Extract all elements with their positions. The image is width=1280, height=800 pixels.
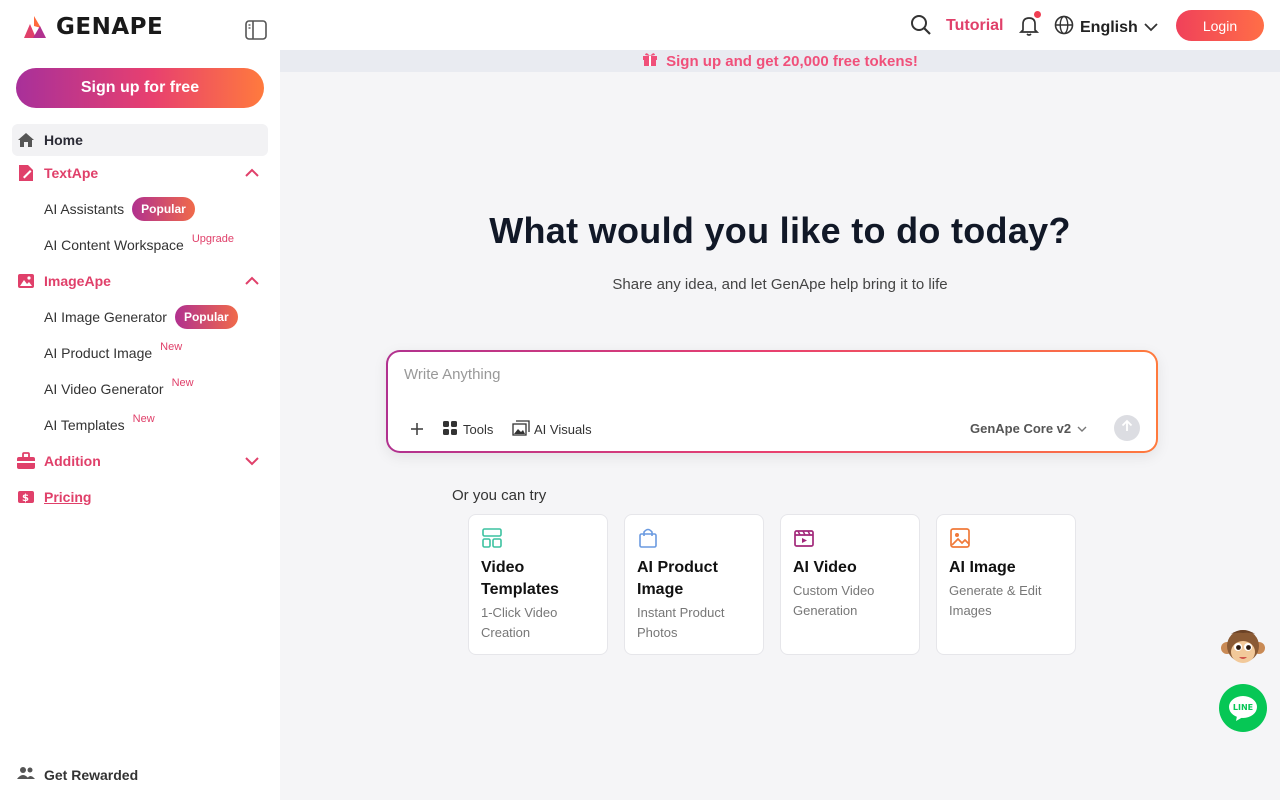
shopping-bag-icon xyxy=(637,527,659,549)
card-description: Custom Video Generation xyxy=(793,583,875,618)
gift-icon xyxy=(642,51,658,71)
chevron-down-icon xyxy=(244,453,260,469)
language-label: English xyxy=(1080,18,1138,36)
suggestions-heading: Or you can try xyxy=(452,487,547,504)
image-icon xyxy=(949,527,971,549)
sidebar-item-label: AI Video Generator xyxy=(44,381,164,397)
sidebar-section-imageape[interactable]: ImageApe xyxy=(12,265,268,297)
ai-visuals-label: AI Visuals xyxy=(534,422,592,437)
card-title: AI Image xyxy=(949,559,1016,576)
sidebar-section-label: ImageApe xyxy=(44,273,111,289)
tutorial-link[interactable]: Tutorial xyxy=(946,17,1003,35)
card-description: 1-Click Video Creation xyxy=(481,605,558,640)
video-clapper-icon xyxy=(793,527,815,549)
home-icon xyxy=(16,130,36,150)
card-title: AI Video xyxy=(793,559,857,576)
prompt-composer: Tools AI Visuals GenApe Core v2 xyxy=(386,350,1158,453)
new-tag: New xyxy=(132,413,155,425)
sidebar-item-label: Pricing xyxy=(44,489,92,505)
model-label: GenApe Core v2 xyxy=(970,421,1072,436)
send-button[interactable] xyxy=(1114,415,1140,441)
pricing-icon: $ xyxy=(16,487,36,507)
sidebar-item-ai-image-generator[interactable]: AI Image Generator Popular xyxy=(44,305,238,329)
chevron-down-icon xyxy=(1144,19,1158,37)
chevron-up-icon xyxy=(244,273,260,289)
ai-visuals-button[interactable]: AI Visuals xyxy=(512,420,592,439)
sidebar-item-ai-assistants[interactable]: AI Assistants Popular xyxy=(44,197,195,221)
language-selector[interactable]: English xyxy=(1054,15,1158,40)
sidebar-collapse-icon[interactable] xyxy=(245,20,267,40)
images-icon xyxy=(512,420,530,439)
topbar: Tutorial English Login xyxy=(280,0,1280,50)
promo-banner[interactable]: Sign up and get 20,000 free tokens! xyxy=(280,50,1280,72)
svg-text:LINE: LINE xyxy=(1233,703,1253,712)
sidebar-item-pricing[interactable]: $ Pricing xyxy=(12,481,268,513)
sidebar-item-label: Home xyxy=(44,132,83,148)
genape-logo-icon xyxy=(24,16,46,38)
card-title: AI Product Image xyxy=(637,559,718,598)
sidebar-item-label: AI Templates xyxy=(44,417,125,433)
prompt-composer-inner: Tools AI Visuals GenApe Core v2 xyxy=(388,352,1156,451)
globe-icon xyxy=(1054,15,1074,40)
new-tag: New xyxy=(160,341,183,353)
new-tag: New xyxy=(171,377,194,389)
upgrade-tag: Upgrade xyxy=(191,233,235,245)
bell-icon[interactable] xyxy=(1018,11,1041,36)
textape-icon xyxy=(16,163,36,183)
notification-dot xyxy=(1034,11,1041,18)
login-button[interactable]: Login xyxy=(1176,10,1264,41)
sidebar-section-label: TextApe xyxy=(44,165,99,181)
add-attachment-icon[interactable] xyxy=(408,420,426,438)
suggestion-card-ai-image[interactable]: AI Image Generate & Edit Images xyxy=(936,514,1076,655)
sidebar: GENAPE Sign up for free Home TextApe AI … xyxy=(0,0,280,800)
layout-icon xyxy=(481,527,503,549)
sidebar-item-ai-product-image[interactable]: AI Product Image New xyxy=(44,341,182,365)
line-chat-icon[interactable]: LINE xyxy=(1219,684,1267,732)
promo-text: Sign up and get 20,000 free tokens! xyxy=(666,52,918,70)
suggestion-card-ai-video[interactable]: AI Video Custom Video Generation xyxy=(780,514,920,655)
arrow-up-icon xyxy=(1120,419,1134,438)
popular-badge: Popular xyxy=(174,305,238,329)
page-title: What would you like to do today? xyxy=(489,210,1071,251)
sidebar-section-textape[interactable]: TextApe xyxy=(12,157,268,189)
tools-button[interactable]: Tools xyxy=(443,421,493,438)
suggestion-card-video-templates[interactable]: Video Templates 1-Click Video Creation xyxy=(468,514,608,655)
sidebar-item-label: AI Product Image xyxy=(44,345,153,361)
grid-icon xyxy=(443,421,457,438)
users-icon xyxy=(16,766,36,783)
model-selector[interactable]: GenApe Core v2 xyxy=(970,421,1087,436)
tools-label: Tools xyxy=(463,422,494,437)
popular-badge: Popular xyxy=(132,197,195,221)
sidebar-section-label: Addition xyxy=(44,453,101,469)
card-description: Generate & Edit Images xyxy=(949,583,1042,618)
chevron-up-icon xyxy=(244,165,260,181)
mascot-assistant-icon[interactable] xyxy=(1219,624,1267,672)
sidebar-item-label: AI Content Workspace xyxy=(44,237,184,253)
sidebar-item-home[interactable]: Home xyxy=(12,124,268,156)
signup-button[interactable]: Sign up for free xyxy=(16,68,264,108)
chevron-down-icon xyxy=(1077,421,1087,436)
sidebar-item-label: AI Assistants xyxy=(44,201,125,217)
get-rewarded-link[interactable]: Get Rewarded xyxy=(16,766,138,783)
toolbox-icon xyxy=(16,451,36,471)
sidebar-item-ai-templates[interactable]: AI Templates New xyxy=(44,413,155,437)
sidebar-section-addition[interactable]: Addition xyxy=(12,445,268,477)
page-subtitle: Share any idea, and let GenApe help brin… xyxy=(612,276,948,293)
search-icon[interactable] xyxy=(910,14,932,36)
sidebar-item-ai-video-generator[interactable]: AI Video Generator New xyxy=(44,377,194,401)
sidebar-item-ai-content-workspace[interactable]: AI Content Workspace Upgrade xyxy=(44,233,234,257)
card-description: Instant Product Photos xyxy=(637,605,725,640)
sidebar-item-label: AI Image Generator xyxy=(44,309,167,325)
prompt-input[interactable] xyxy=(404,366,1124,383)
imageape-icon xyxy=(16,271,36,291)
svg-text:$: $ xyxy=(22,493,29,504)
card-title: Video Templates xyxy=(481,559,559,598)
suggestion-card-ai-product-image[interactable]: AI Product Image Instant Product Photos xyxy=(624,514,764,655)
brand-name: GENAPE xyxy=(56,14,164,40)
get-rewarded-label: Get Rewarded xyxy=(44,766,139,783)
logo[interactable]: GENAPE xyxy=(20,14,163,40)
